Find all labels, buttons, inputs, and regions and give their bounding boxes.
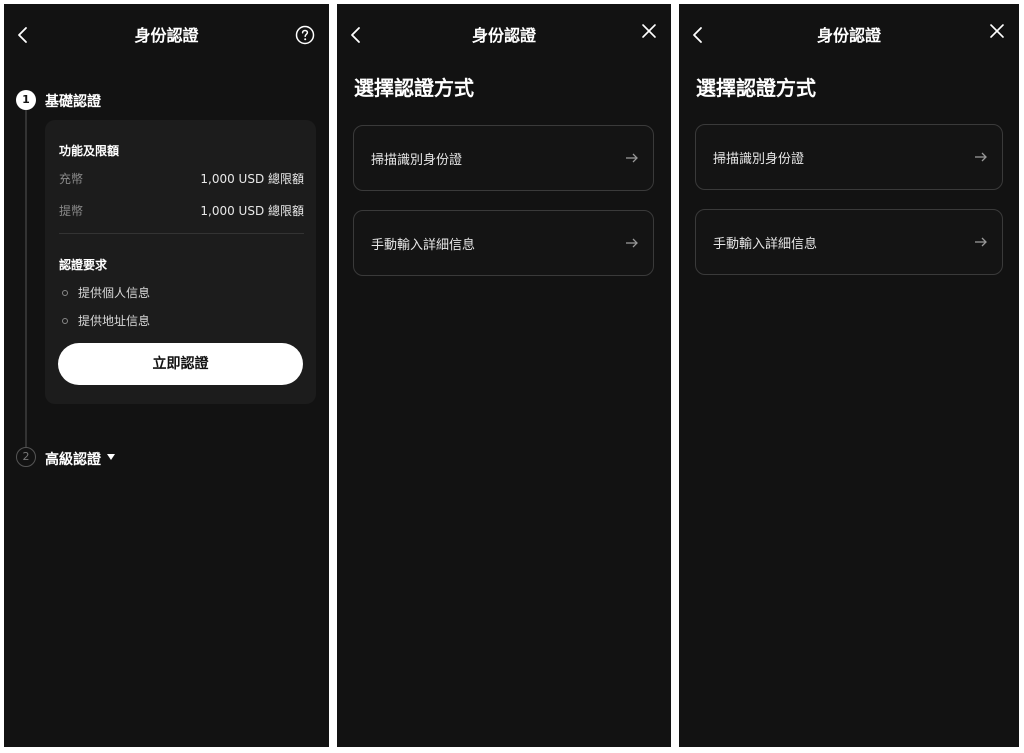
withdraw-label: 提幣 bbox=[59, 204, 84, 218]
screen-choose-method: 身份認證 選擇認證方式 掃描識別身份證 手動輸入詳細信息 bbox=[337, 4, 671, 747]
limits-title: 功能及限額 bbox=[59, 144, 120, 158]
bullet-icon bbox=[62, 318, 68, 324]
bullet-icon bbox=[62, 290, 68, 296]
manual-input-option[interactable]: 手動輸入詳細信息 bbox=[353, 210, 654, 276]
step-timeline bbox=[25, 110, 27, 448]
step-2-badge: 2 bbox=[16, 447, 36, 467]
arrow-right-icon bbox=[626, 238, 638, 248]
screen-identity-verification: 身份認證 1 基礎認證 功能及限額 充幣 1,000 USD 總限額 提幣 1,… bbox=[4, 4, 329, 747]
deposit-label: 充幣 bbox=[59, 172, 84, 186]
withdraw-limit: 1,000 USD 總限額 bbox=[200, 204, 304, 218]
screen-choose-method: 身份認證 選擇認證方式 掃描識別身份證 手動輸入詳細信息 bbox=[679, 4, 1019, 747]
scan-id-option[interactable]: 掃描識別身份證 bbox=[353, 125, 654, 191]
page-heading: 選擇認證方式 bbox=[354, 76, 474, 100]
scan-id-option[interactable]: 掃描識別身份證 bbox=[695, 124, 1003, 190]
step-1-title: 基礎認證 bbox=[45, 94, 101, 110]
manual-input-option[interactable]: 手動輸入詳細信息 bbox=[695, 209, 1003, 275]
requirement-item: 提供地址信息 bbox=[59, 312, 150, 329]
caret-down-icon[interactable] bbox=[106, 453, 116, 461]
arrow-right-icon bbox=[975, 152, 987, 162]
basic-verification-card: 功能及限額 充幣 1,000 USD 總限額 提幣 1,000 USD 總限額 … bbox=[45, 120, 316, 404]
nav-bar: 身份認證 bbox=[337, 4, 671, 60]
question-circle-icon[interactable] bbox=[295, 25, 315, 45]
step-1-badge: 1 bbox=[16, 90, 36, 110]
close-icon[interactable] bbox=[641, 23, 657, 39]
divider bbox=[59, 233, 304, 234]
requirements-title: 認證要求 bbox=[59, 258, 108, 272]
nav-title: 身份認證 bbox=[471, 26, 536, 45]
option-label: 手動輸入詳細信息 bbox=[371, 238, 476, 253]
option-label: 手動輸入詳細信息 bbox=[713, 237, 818, 252]
arrow-right-icon bbox=[975, 237, 987, 247]
nav-bar: 身份認證 bbox=[679, 4, 1019, 60]
option-label: 掃描識別身份證 bbox=[371, 153, 463, 168]
deposit-limit: 1,000 USD 總限額 bbox=[200, 172, 304, 186]
nav-title: 身份認證 bbox=[134, 26, 199, 45]
requirement-item: 提供個人信息 bbox=[59, 284, 150, 301]
arrow-right-icon bbox=[626, 153, 638, 163]
verify-now-button[interactable]: 立即認證 bbox=[58, 343, 303, 385]
nav-title: 身份認證 bbox=[816, 26, 881, 45]
close-icon[interactable] bbox=[989, 23, 1005, 39]
step-2-title[interactable]: 高級認證 bbox=[45, 449, 101, 469]
nav-bar: 身份認證 bbox=[4, 4, 329, 60]
option-label: 掃描識別身份證 bbox=[713, 152, 805, 167]
page-heading: 選擇認證方式 bbox=[696, 76, 816, 100]
